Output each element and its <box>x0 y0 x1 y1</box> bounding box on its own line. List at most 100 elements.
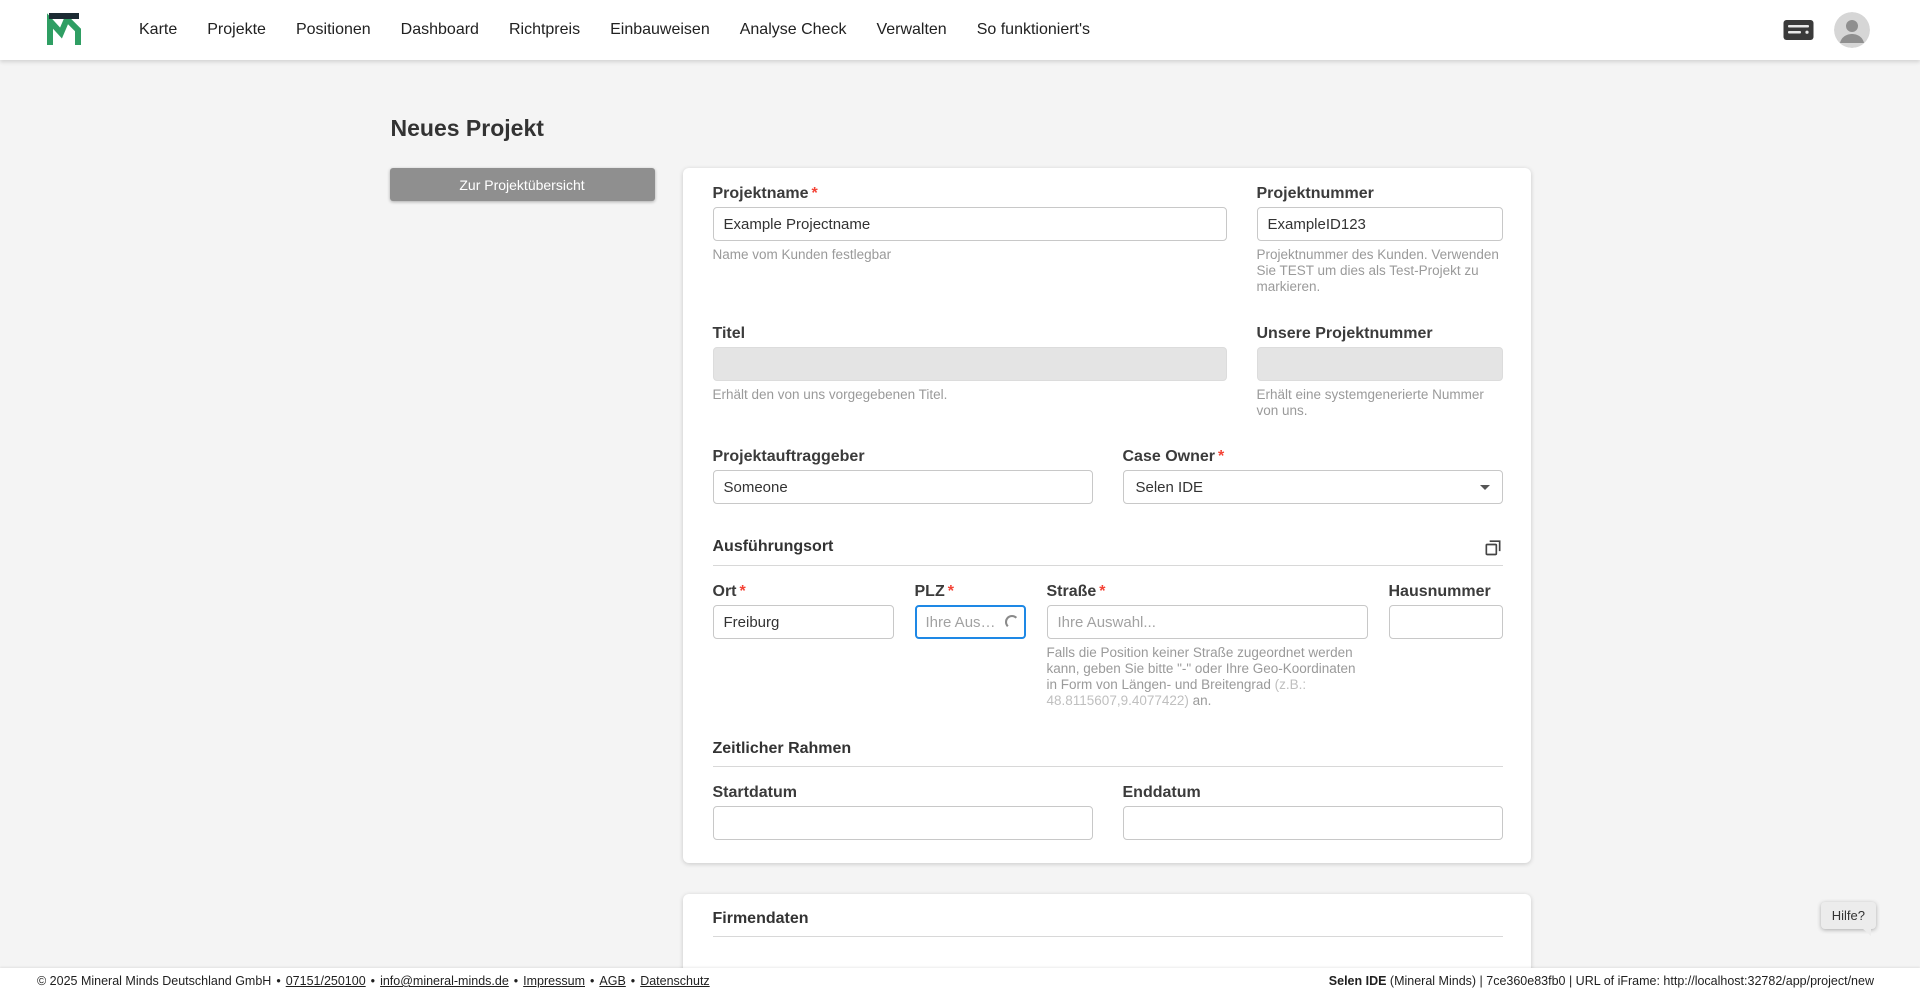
projektauftraggeber-label-text: Projektauftraggeber <box>712 448 865 465</box>
help-button[interactable]: Hilfe? <box>1820 902 1876 936</box>
projektnummer-input[interactable] <box>1256 207 1503 241</box>
required-marker: * <box>947 583 954 600</box>
user-avatar[interactable] <box>1834 12 1870 48</box>
nav-item-analyse-check[interactable]: Analyse Check <box>740 0 847 60</box>
impressum-link[interactable]: Impressum <box>523 974 585 988</box>
ort-label-text: Ort <box>712 583 737 600</box>
projektauftraggeber-label: Projektauftraggeber <box>713 447 1093 466</box>
firmendaten-heading: Firmendaten <box>712 910 809 927</box>
top-navbar: Karte Projekte Positionen Dashboard Rich… <box>0 0 1920 60</box>
case-owner-label: Case Owner * <box>1123 447 1503 466</box>
email-link[interactable]: info@mineral-minds.de <box>380 974 509 988</box>
unsere-projektnummer-input <box>1256 347 1503 381</box>
strasse-label-text: Straße <box>1046 583 1097 600</box>
ausfuehrungsort-heading: Ausführungsort <box>712 538 834 555</box>
unsere-projektnummer-label-text: Unsere Projektnummer <box>1256 325 1433 342</box>
enddatum-input[interactable] <box>1122 806 1503 840</box>
page-title: Neues Projekt <box>390 115 544 141</box>
copyright-text: © 2025 Mineral Minds Deutschland GmbH <box>37 974 272 988</box>
back-to-project-overview-button[interactable]: Zur Projektübersicht <box>389 168 655 201</box>
nav-item-projekte[interactable]: Projekte <box>207 0 266 60</box>
zeitlicher-rahmen-heading: Zeitlicher Rahmen <box>712 740 852 757</box>
projektnummer-helper: Projektnummer des Kunden. Verwenden Sie … <box>1256 247 1499 294</box>
ort-input[interactable] <box>712 605 894 639</box>
footer-separator: • <box>630 974 636 988</box>
footer-separator: • <box>590 974 595 988</box>
footer-separator: • <box>370 974 376 988</box>
strasse-field: Straße* Falls die Position keiner Straße… <box>1046 582 1368 709</box>
enddatum-label: Enddatum <box>1123 783 1503 802</box>
plz-field: PLZ * <box>914 582 1026 709</box>
startdatum-label: Startdatum <box>713 783 1093 802</box>
footer-separator: • <box>513 974 519 988</box>
titel-helper: Erhält den von uns vorgegebenen Titel. <box>712 387 948 402</box>
copy-icon <box>1485 540 1500 556</box>
mineral-minds-logo-icon <box>47 13 81 45</box>
firmendaten-section-header: Firmendaten <box>712 910 1503 937</box>
main-content: Neues Projekt Zur Projektübersicht Proje… <box>0 60 1920 994</box>
help-button-label: Hilfe? <box>1831 908 1865 923</box>
zeitlicher-rahmen-section-header: Zeitlicher Rahmen <box>712 740 1503 767</box>
session-user: Selen IDE <box>1328 974 1387 988</box>
titel-field: Titel Erhält den von uns vorgegebenen Ti… <box>712 324 1227 419</box>
nav-item-einbauweisen[interactable]: Einbauweisen <box>610 0 710 60</box>
strasse-helper-main: Falls die Position keiner Straße zugeord… <box>1046 645 1356 692</box>
page-footer: © 2025 Mineral Minds Deutschland GmbH • … <box>0 968 1920 994</box>
titel-input <box>712 347 1227 381</box>
user-avatar-icon <box>1834 12 1870 48</box>
nav-item-karte[interactable]: Karte <box>139 0 177 60</box>
session-details: (Mineral Minds) | 7ce360e83fb0 | URL of … <box>1386 974 1874 988</box>
startdatum-label-text: Startdatum <box>712 784 797 801</box>
project-form-card: Projektname* Name vom Kunden festlegbar … <box>682 168 1531 863</box>
nav-item-dashboard[interactable]: Dashboard <box>401 0 479 60</box>
projektname-label: Projektname * <box>713 184 1227 203</box>
case-owner-label-text: Case Owner <box>1122 448 1215 465</box>
projektname-input[interactable] <box>712 207 1227 241</box>
enddatum-field: Enddatum <box>1122 783 1503 840</box>
startdatum-field: Startdatum <box>712 783 1093 840</box>
projektauftraggeber-field: Projektauftraggeber <box>712 447 1093 504</box>
keyboard-icon[interactable] <box>1783 19 1814 41</box>
agb-link[interactable]: AGB <box>599 974 625 988</box>
nav-item-so-funktionierts[interactable]: So funktioniert's <box>977 0 1090 60</box>
hausnummer-input[interactable] <box>1388 605 1503 639</box>
ausfuehrungsort-section-header: Ausführungsort <box>712 537 1503 566</box>
projektnummer-label-text: Projektnummer <box>1256 185 1374 202</box>
navbar-right <box>1783 12 1870 48</box>
required-marker: * <box>739 583 746 600</box>
ort-field: Ort * <box>712 582 894 709</box>
projektname-field: Projektname* Name vom Kunden festlegbar <box>712 184 1227 295</box>
required-marker: * <box>811 185 818 202</box>
nav-item-richtpreis[interactable]: Richtpreis <box>509 0 580 60</box>
plz-label-text: PLZ <box>914 583 945 600</box>
chevron-down-icon <box>1479 484 1490 490</box>
phone-link[interactable]: 07151/250100 <box>286 974 366 988</box>
brand-logo[interactable] <box>45 11 83 49</box>
case-owner-field: Case Owner * Selen IDE <box>1122 447 1503 504</box>
case-owner-select[interactable]: Selen IDE <box>1122 470 1503 504</box>
strasse-helper: Falls die Position keiner Straße zugeord… <box>1047 645 1368 709</box>
case-owner-value: Selen IDE <box>1135 478 1204 496</box>
titel-label-text: Titel <box>712 325 746 342</box>
left-column: Zur Projektübersicht <box>389 168 655 201</box>
ort-label: Ort * <box>713 582 894 601</box>
main-navigation: Karte Projekte Positionen Dashboard Rich… <box>139 0 1090 60</box>
hausnummer-label-text: Hausnummer <box>1388 583 1491 600</box>
required-marker: * <box>1217 448 1225 465</box>
footer-session-info: Selen IDE (Mineral Minds) | 7ce360e83fb0… <box>1329 974 1874 988</box>
plz-label: PLZ * <box>915 582 1026 601</box>
required-marker: * <box>1099 583 1106 600</box>
startdatum-input[interactable] <box>712 806 1093 840</box>
hausnummer-field: Hausnummer <box>1388 582 1503 709</box>
footer-left: © 2025 Mineral Minds Deutschland GmbH • … <box>37 974 710 988</box>
unsere-projektnummer-helper: Erhält eine systemgenerierte Nummer von … <box>1256 387 1484 418</box>
titel-label: Titel <box>713 324 1227 343</box>
loading-spinner-icon <box>1004 615 1019 629</box>
projektauftraggeber-input[interactable] <box>712 470 1093 504</box>
datenschutz-link[interactable]: Datenschutz <box>640 974 709 988</box>
projektname-helper: Name vom Kunden festlegbar <box>712 247 892 262</box>
nav-item-positionen[interactable]: Positionen <box>296 0 371 60</box>
nav-item-verwalten[interactable]: Verwalten <box>876 0 946 60</box>
strasse-input[interactable] <box>1046 605 1368 639</box>
copy-address-button[interactable] <box>1483 537 1503 557</box>
